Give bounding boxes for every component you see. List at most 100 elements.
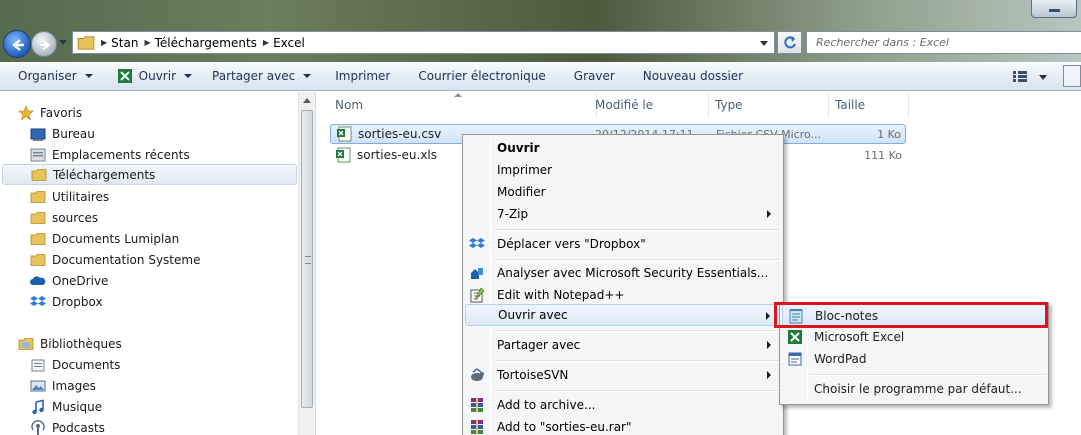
nav-item-documents[interactable]: Documents <box>30 354 120 375</box>
address-history-dropdown[interactable] <box>760 41 768 46</box>
breadcrumb-excel[interactable]: Excel <box>273 36 305 50</box>
submenu-item-excel[interactable]: Microsoft Excel <box>782 326 1046 348</box>
preview-pane-button[interactable] <box>1063 65 1081 87</box>
file-size: 1 Ko <box>877 127 901 141</box>
menu-item-add-to-archive[interactable]: Add to archive... <box>465 394 781 416</box>
menu-separator <box>811 374 1047 376</box>
refresh-button[interactable] <box>777 31 802 54</box>
print-button[interactable]: Imprimer <box>335 69 390 83</box>
folder-icon <box>30 190 46 203</box>
menu-item-7zip[interactable]: 7-Zip <box>465 203 781 225</box>
nav-favorites[interactable]: Favoris <box>18 102 82 123</box>
menu-label: TortoiseSVN <box>497 368 569 382</box>
chevron-down-icon <box>84 74 93 78</box>
menu-separator <box>494 360 780 362</box>
nav-item-documents-lumiplan[interactable]: Documents Lumiplan <box>30 228 179 249</box>
column-header-type[interactable]: Type <box>709 92 829 117</box>
nav-item-downloads[interactable]: Téléchargements <box>2 164 297 185</box>
menu-item-edit[interactable]: Modifier <box>465 181 781 203</box>
nav-item-utilities[interactable]: Utilitaires <box>30 186 109 207</box>
breadcrumb-stan[interactable]: Stan <box>111 36 138 50</box>
menu-separator <box>494 259 780 261</box>
command-bar: Organiser Ouvrir Partager avec Imprimer … <box>0 62 1081 91</box>
folder-icon <box>31 168 47 181</box>
libraries-icon <box>18 337 34 350</box>
menu-item-move-to-dropbox[interactable]: Déplacer vers "Dropbox" <box>465 233 781 255</box>
menu-item-security-scan[interactable]: Analyser avec Microsoft Security Essenti… <box>465 262 781 284</box>
menu-item-open-with[interactable]: Ouvrir avec <box>465 304 781 326</box>
submenu-item-choose-default[interactable]: Choisir le programme par défaut... <box>782 378 1046 400</box>
nav-label: Podcasts <box>52 420 105 435</box>
burn-button[interactable]: Graver <box>574 69 615 83</box>
nav-item-sources[interactable]: sources <box>30 207 98 228</box>
arrow-left-icon <box>12 39 24 51</box>
search-input[interactable]: Rechercher dans : Excel <box>806 31 1081 54</box>
open-button[interactable]: Ouvrir <box>117 68 193 84</box>
column-header-name[interactable]: Nom <box>329 92 597 117</box>
view-options-dropdown[interactable] <box>1039 75 1047 80</box>
nav-item-dropbox[interactable]: Dropbox <box>30 291 103 312</box>
nav-scrollbar[interactable] <box>298 92 315 435</box>
email-button[interactable]: Courrier électronique <box>418 69 545 83</box>
desktop-icon <box>30 128 46 141</box>
excel-icon <box>788 330 802 344</box>
breadcrumb-downloads[interactable]: Téléchargements <box>155 36 257 50</box>
menu-item-share-with[interactable]: Partager avec <box>465 334 781 356</box>
menu-item-open[interactable]: Ouvrir <box>465 137 781 159</box>
navigation-pane: Favoris Bureau Emplacements récents Télé… <box>0 92 316 435</box>
scroll-up-arrow-icon[interactable] <box>303 98 311 103</box>
menu-separator <box>494 390 780 392</box>
menu-label: Choisir le programme par défaut... <box>814 382 1022 396</box>
menu-item-edit-notepadpp[interactable]: Edit with Notepad++ <box>465 284 781 306</box>
organize-button[interactable]: Organiser <box>18 69 93 83</box>
folder-icon <box>30 232 46 245</box>
menu-item-tortoisesvn[interactable]: TortoiseSVN <box>465 364 781 386</box>
nav-label: Téléchargements <box>53 167 156 182</box>
recent-pages-dropdown[interactable] <box>59 40 67 45</box>
column-label: Taille <box>835 97 866 112</box>
column-header-modified[interactable]: Modifié le <box>589 92 709 117</box>
menu-label: Add to "sorties-eu.rar" <box>497 420 632 434</box>
column-header-size[interactable]: Taille <box>829 92 909 117</box>
nav-item-music[interactable]: Musique <box>30 396 102 417</box>
music-icon <box>32 399 44 414</box>
star-icon <box>18 104 34 121</box>
libraries-label: Bibliothèques <box>40 336 122 351</box>
dropbox-icon <box>30 295 46 306</box>
submenu-item-wordpad[interactable]: WordPad <box>782 348 1046 370</box>
menu-label: Modifier <box>497 185 546 199</box>
menu-label: Analyser avec Microsoft Security Essenti… <box>497 266 769 280</box>
open-label: Ouvrir <box>138 69 177 83</box>
nav-item-images[interactable]: Images <box>30 375 96 396</box>
share-button[interactable]: Partager avec <box>212 69 312 83</box>
submenu-arrow-icon <box>767 210 771 218</box>
nav-item-desktop[interactable]: Bureau <box>30 123 95 144</box>
podcast-icon <box>31 419 45 435</box>
nav-item-onedrive[interactable]: OneDrive <box>30 270 108 291</box>
arrow-right-icon <box>39 39 51 51</box>
menu-label: Add to archive... <box>497 398 596 412</box>
refresh-icon <box>784 36 796 49</box>
nav-item-podcasts[interactable]: Podcasts <box>30 417 105 435</box>
favorites-label: Favoris <box>40 105 83 120</box>
minimize-button[interactable] <box>1031 0 1077 18</box>
menu-label: Imprimer <box>497 163 553 177</box>
nav-libraries[interactable]: Bibliothèques <box>18 333 122 354</box>
submenu-arrow-icon <box>766 312 770 320</box>
nav-label: sources <box>52 210 99 225</box>
back-button[interactable] <box>3 30 31 58</box>
excel-icon <box>117 69 132 83</box>
nav-label: Musique <box>52 399 103 414</box>
nav-item-documentation-systeme[interactable]: Documentation Systeme <box>30 249 200 270</box>
new-folder-button[interactable]: Nouveau dossier <box>643 69 743 83</box>
scrollbar-thumb[interactable] <box>301 110 313 408</box>
highlight-annotation-box <box>774 302 1048 328</box>
cloud-icon <box>30 275 46 285</box>
forward-button[interactable] <box>31 31 57 57</box>
address-bar[interactable]: ▶ Stan ▶ Téléchargements ▶ Excel <box>72 31 775 54</box>
menu-item-print[interactable]: Imprimer <box>465 159 781 181</box>
view-options-icon[interactable] <box>1013 71 1027 82</box>
nav-item-recent-places[interactable]: Emplacements récents <box>30 144 190 165</box>
menu-separator <box>494 229 780 231</box>
menu-item-add-to-rar[interactable]: Add to "sorties-eu.rar" <box>465 416 781 435</box>
